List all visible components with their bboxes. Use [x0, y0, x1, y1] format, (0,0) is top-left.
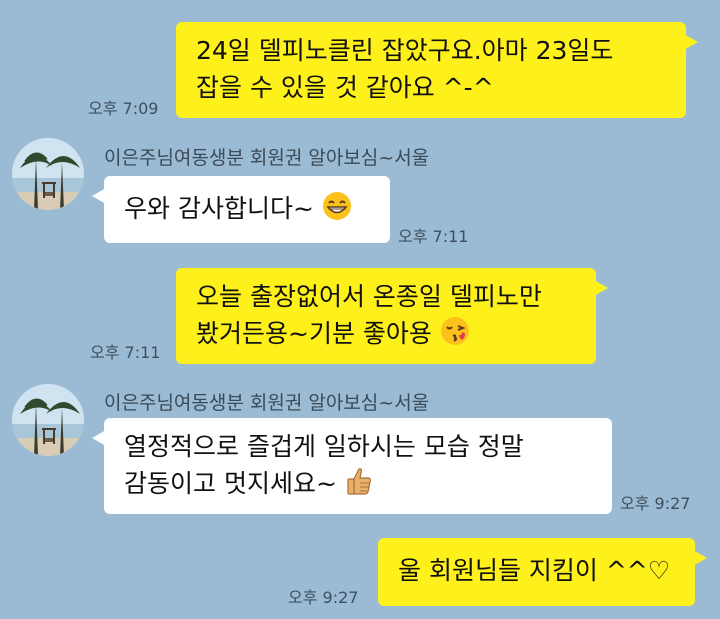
- message-text-line: 봤거든용~기분 좋아용: [196, 315, 578, 356]
- message-text-line: 오늘 출장없어서 온종일 델피노만: [196, 282, 542, 311]
- message-text: 울 회원님들 지킴이 ^^♡: [398, 556, 671, 585]
- my-message-bubble[interactable]: 울 회원님들 지킴이 ^^♡: [378, 538, 707, 606]
- sender-name: 이은주님여동생분 회원권 알아보심~서울: [104, 147, 430, 169]
- message-text-line: 감동이고 멋지세요~: [124, 465, 594, 506]
- their-message-bubble[interactable]: 우와 감사합니다~: [92, 176, 390, 243]
- grinning-face-emoji-icon: [322, 191, 352, 231]
- my-message-bubble[interactable]: 24일 델피노클린 잡았구요.아마 23일도 잡을 수 있을 것 같아요 ^-^: [176, 22, 698, 118]
- message-time: 오후 7:11: [90, 343, 161, 362]
- message-text: 우와 감사합니다~: [124, 194, 314, 223]
- thumbs-up-emoji-icon: [345, 466, 373, 506]
- my-message-bubble[interactable]: 오늘 출장없어서 온종일 델피노만 봤거든용~기분 좋아용: [176, 268, 608, 364]
- message-text: 감동이고 멋지세요~: [124, 469, 337, 498]
- beach-photo-icon: [12, 138, 84, 210]
- message-text-line: 잡을 수 있을 것 같아요 ^-^: [196, 73, 494, 102]
- avatar[interactable]: [12, 138, 84, 210]
- kissing-face-emoji-icon: [440, 316, 470, 356]
- message-time: 오후 7:09: [88, 99, 159, 118]
- message-time: 오후 7:11: [398, 227, 469, 246]
- message-time: 오후 9:27: [288, 588, 359, 607]
- sender-name: 이은주님여동생분 회원권 알아보심~서울: [104, 392, 430, 414]
- message-text-line: 24일 델피노클린 잡았구요.아마 23일도: [196, 36, 614, 65]
- avatar[interactable]: [12, 384, 84, 456]
- message-text: 봤거든용~기분 좋아용: [196, 319, 432, 348]
- their-message-bubble[interactable]: 열정적으로 즐겁게 일하시는 모습 정말 감동이고 멋지세요~: [92, 418, 612, 514]
- message-text-line: 열정적으로 즐겁게 일하시는 모습 정말: [124, 432, 524, 461]
- beach-photo-icon: [12, 384, 84, 456]
- message-time: 오후 9:27: [620, 494, 691, 513]
